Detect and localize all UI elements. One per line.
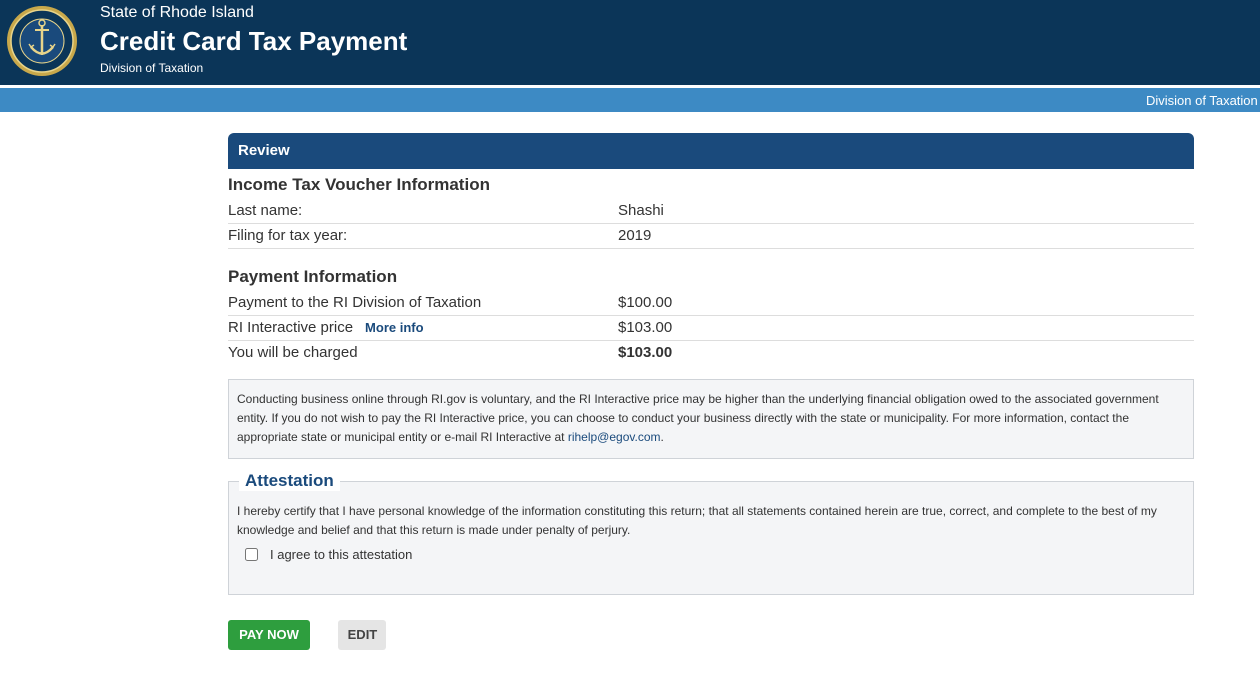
tax-year-value: 2019	[618, 227, 652, 244]
tax-year-label: Filing for tax year:	[228, 227, 348, 244]
table-row: You will be charged $103.00	[228, 341, 1194, 365]
interactive-price-value: $103.00	[618, 319, 673, 336]
attestation-box: Attestation I hereby certify that I have…	[228, 471, 1194, 595]
charged-label: You will be charged	[228, 344, 358, 361]
email-link[interactable]: rihelp@egov.com	[568, 430, 661, 444]
payment-label: Payment to the RI Division of Taxation	[228, 294, 482, 311]
app-title: Credit Card Tax Payment	[100, 26, 408, 56]
last-name-label: Last name:	[228, 202, 303, 219]
table-row: RI Interactive price More info $103.00	[228, 316, 1194, 341]
table-row: Payment to the RI Division of Taxation $…	[228, 291, 1194, 316]
attestation-legend: Attestation	[239, 471, 340, 491]
state-name: State of Rhode Island	[100, 4, 254, 21]
attestation-checkbox-label: I agree to this attestation	[270, 547, 413, 562]
attestation-text: I hereby certify that I have personal kn…	[237, 504, 1157, 537]
attestation-checkbox[interactable]	[245, 548, 258, 561]
more-info-link[interactable]: More info	[365, 320, 424, 335]
price-notice: Conducting business online through RI.go…	[228, 379, 1194, 459]
interactive-price-text: RI Interactive price	[228, 319, 354, 336]
voucher-section-title: Income Tax Voucher Information	[228, 175, 490, 194]
payment-value: $100.00	[618, 294, 673, 311]
notice-end: .	[660, 430, 664, 444]
rhode-island-seal-icon	[7, 6, 77, 76]
site-header: State of Rhode Island Credit Card Tax Pa…	[0, 0, 1260, 85]
panel-title: Review	[228, 133, 1194, 169]
notice-text: Conducting business online through RI.go…	[237, 392, 1159, 444]
division-subtitle: Division of Taxation	[100, 61, 204, 75]
interactive-price-label: RI Interactive price More info	[228, 316, 424, 340]
attestation-checkbox-row[interactable]: I agree to this attestation	[245, 547, 412, 562]
payment-section-title: Payment Information	[228, 267, 398, 286]
charged-value: $103.00	[618, 344, 673, 361]
edit-button[interactable]: EDIT	[338, 620, 387, 650]
review-panel: Review Income Tax Voucher Information La…	[228, 133, 1194, 650]
action-buttons: PAY NOW EDIT	[228, 620, 387, 650]
pay-now-button[interactable]: PAY NOW	[228, 620, 310, 650]
last-name-value: Shashi	[618, 202, 664, 219]
table-row: Filing for tax year: 2019	[228, 224, 1194, 249]
subnav-bar: Division of Taxation	[0, 88, 1260, 112]
table-row: Last name: Shashi	[228, 199, 1194, 224]
division-of-taxation-link[interactable]: Division of Taxation	[1146, 93, 1258, 108]
